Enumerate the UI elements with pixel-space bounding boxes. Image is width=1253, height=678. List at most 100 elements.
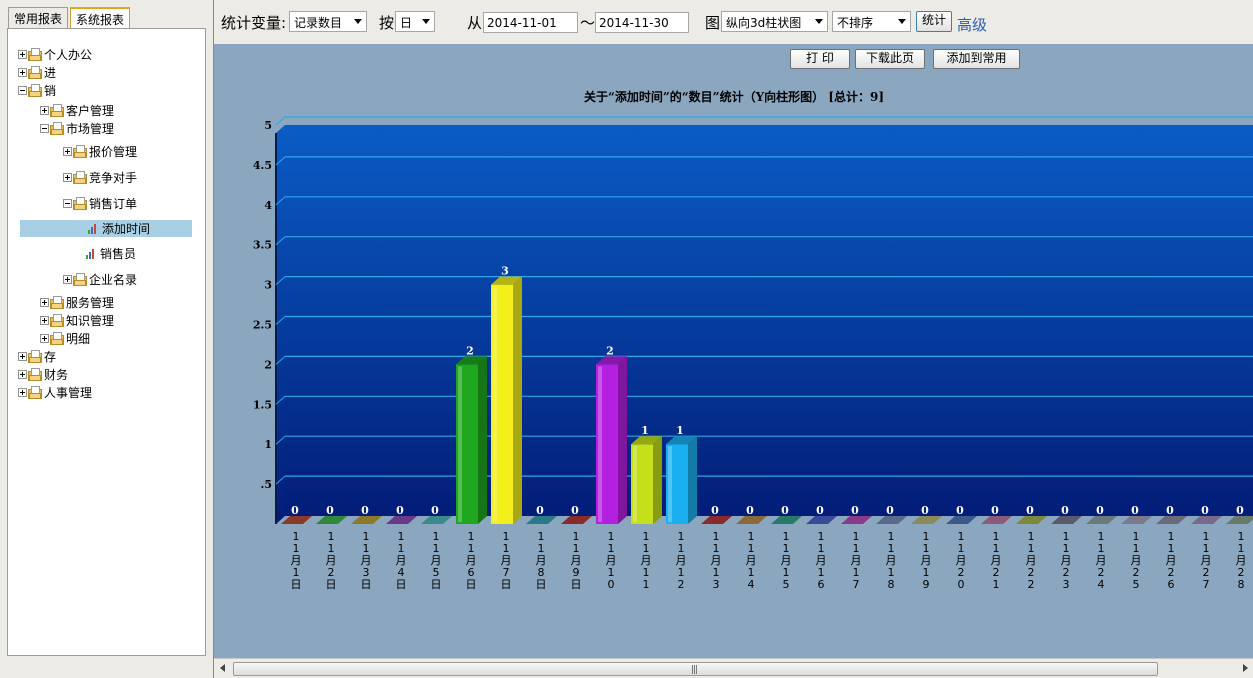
- report-tabs: 常用报表 系统报表: [8, 7, 131, 29]
- tree-node[interactable]: 销售订单: [63, 195, 137, 212]
- expand-icon[interactable]: [18, 50, 27, 59]
- print-button[interactable]: 打 印: [790, 49, 850, 69]
- horizontal-scrollbar[interactable]: |||: [214, 658, 1253, 678]
- bar-value-label: 0: [711, 504, 719, 517]
- advanced-link[interactable]: 高级: [957, 14, 987, 35]
- chart-type-select[interactable]: 纵向3d柱状图: [721, 11, 828, 32]
- scroll-thumb[interactable]: |||: [233, 662, 1158, 676]
- bar-value-label: 0: [851, 504, 859, 517]
- tree-node-label: 存: [44, 350, 57, 364]
- expand-icon[interactable]: [40, 316, 49, 325]
- bar-value-label: 3: [501, 265, 509, 278]
- tree-node-label: 添加时间: [102, 222, 151, 236]
- expand-icon[interactable]: [18, 388, 27, 397]
- bar-value-label: 0: [1201, 504, 1209, 517]
- bar-top: [1226, 516, 1253, 524]
- folder-icon: [73, 273, 88, 286]
- tree-node[interactable]: 竞争对手: [63, 169, 137, 186]
- bar-highlight: [493, 286, 497, 522]
- folder-icon: [28, 386, 43, 399]
- add-to-common-button[interactable]: 添加到常用: [933, 49, 1020, 69]
- scroll-right-icon[interactable]: [1243, 664, 1248, 672]
- bar-highlight: [598, 366, 602, 522]
- folder-icon: [28, 66, 43, 79]
- bar: 2: [456, 344, 487, 524]
- stat-button[interactable]: 统计: [916, 11, 952, 32]
- tree-node[interactable]: 进: [18, 64, 56, 81]
- stat-var-select[interactable]: 记录数目: [289, 11, 367, 32]
- collapse-icon[interactable]: [18, 86, 27, 95]
- bar-value-label: 0: [781, 504, 789, 517]
- bar-top: [386, 516, 417, 524]
- x-tick-label: 11月23日: [1061, 530, 1072, 590]
- tree-node[interactable]: 添加时间: [20, 220, 192, 237]
- bar-top: [911, 516, 942, 524]
- expand-icon[interactable]: [63, 147, 72, 156]
- x-tick-label: 11月7日: [501, 530, 512, 590]
- tree-node[interactable]: 服务管理: [40, 294, 114, 311]
- folder-icon: [50, 296, 65, 309]
- folder-icon: [28, 350, 43, 363]
- chart-icon: [87, 223, 98, 234]
- collapse-icon[interactable]: [40, 124, 49, 133]
- sort-select[interactable]: 不排序: [832, 11, 911, 32]
- x-tick-label: 11月8日: [536, 530, 547, 590]
- y-tick-label: 5: [264, 119, 272, 132]
- folder-icon: [50, 332, 65, 345]
- collapse-icon[interactable]: [63, 199, 72, 208]
- tree-node[interactable]: 存: [18, 348, 56, 365]
- y-tick-label: 1.5: [253, 398, 272, 411]
- tree-node[interactable]: 销售员: [85, 245, 136, 262]
- date-to-input[interactable]: 2014-11-30: [595, 12, 689, 33]
- bar-value-label: 1: [676, 424, 684, 437]
- bar-top: [736, 516, 767, 524]
- date-from-input[interactable]: 2014-11-01: [483, 12, 578, 33]
- tree-node[interactable]: 销: [18, 82, 56, 99]
- tree-node[interactable]: 人事管理: [18, 384, 92, 401]
- expand-icon[interactable]: [40, 298, 49, 307]
- bar-side: [618, 356, 627, 524]
- period-select[interactable]: 日: [395, 11, 435, 32]
- expand-icon[interactable]: [18, 370, 27, 379]
- x-tick-label: 11月26日: [1166, 530, 1177, 590]
- x-tick-label: 11月14日: [746, 530, 757, 590]
- tree-node[interactable]: 报价管理: [63, 143, 137, 160]
- tree-node-label: 报价管理: [89, 145, 138, 159]
- expand-icon[interactable]: [63, 275, 72, 284]
- bar-value-label: 0: [956, 504, 964, 517]
- bar-top: [1191, 516, 1222, 524]
- sort-value: 不排序: [837, 16, 874, 30]
- x-tick-label: 11月27日: [1201, 530, 1212, 590]
- action-bar: 打 印 下载此页 添加到常用: [214, 44, 1253, 74]
- tab-system-reports[interactable]: 系统报表: [70, 7, 131, 29]
- tree-node-label: 知识管理: [66, 314, 115, 328]
- bar-top: [1156, 516, 1187, 524]
- expand-icon[interactable]: [40, 334, 49, 343]
- expand-icon[interactable]: [63, 173, 72, 182]
- expand-icon[interactable]: [40, 106, 49, 115]
- tree-node[interactable]: 市场管理: [40, 120, 114, 137]
- expand-icon[interactable]: [18, 68, 27, 77]
- tree-node[interactable]: 企业名录: [63, 271, 137, 288]
- tree-node[interactable]: 知识管理: [40, 312, 114, 329]
- bar-value-label: 0: [291, 504, 299, 517]
- expand-icon[interactable]: [18, 352, 27, 361]
- folder-icon: [28, 48, 43, 61]
- chart-label: 图: [705, 14, 721, 32]
- scroll-left-icon[interactable]: [220, 664, 225, 672]
- bar-value-label: 0: [326, 504, 334, 517]
- tree-node[interactable]: 财务: [18, 366, 68, 383]
- bar-top: [771, 516, 802, 524]
- bar-value-label: 0: [361, 504, 369, 517]
- tree-node[interactable]: 明细: [40, 330, 90, 347]
- tree-node[interactable]: 客户管理: [40, 102, 114, 119]
- folder-icon: [50, 122, 65, 135]
- bar-side: [478, 356, 487, 524]
- tree-node[interactable]: 个人办公: [18, 46, 92, 63]
- tree-node-label: 销: [44, 84, 57, 98]
- tab-common-reports[interactable]: 常用报表: [8, 7, 69, 29]
- x-tick-label: 11月12日: [676, 530, 687, 590]
- x-tick-label: 11月16日: [816, 530, 827, 590]
- download-page-button[interactable]: 下载此页: [855, 49, 925, 69]
- x-tick-label: 11月10日: [606, 530, 617, 590]
